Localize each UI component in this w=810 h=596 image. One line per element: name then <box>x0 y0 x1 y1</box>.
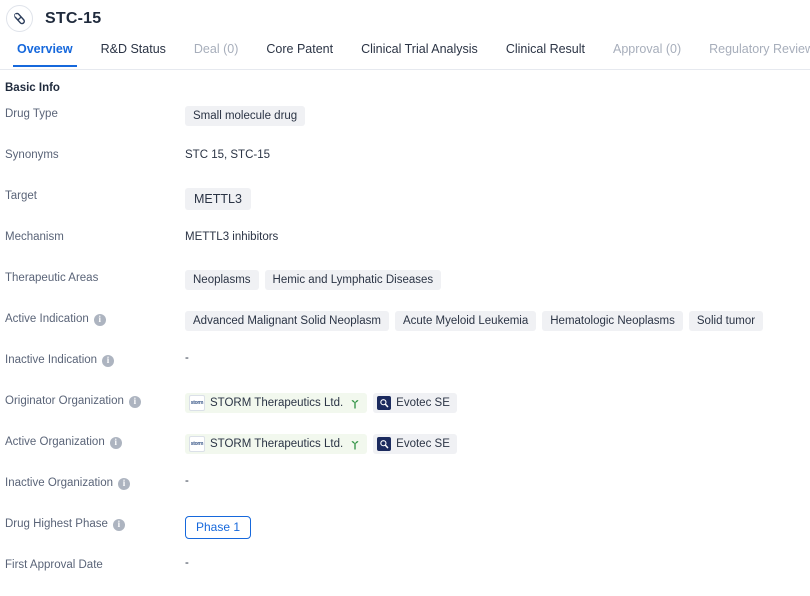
field-row-inactive-organization: Inactive Organization i - <box>0 473 810 514</box>
field-label-active-organization: Active Organization i <box>0 432 185 450</box>
field-label-drug-highest-phase: Drug Highest Phase i <box>0 514 185 532</box>
chip-drug-type[interactable]: Small molecule drug <box>185 106 306 126</box>
info-icon[interactable]: i <box>118 477 131 490</box>
field-label-inactive-indication: Inactive Indication i <box>0 350 185 368</box>
empty-value: - <box>185 557 189 569</box>
chip-indication[interactable]: Solid tumor <box>688 311 764 331</box>
chip-indication[interactable]: Acute Myeloid Leukemia <box>394 311 537 331</box>
field-value-mechanism: METTL3 inhibitors <box>185 227 810 246</box>
field-label-text: Drug Type <box>5 108 58 120</box>
field-row-therapeutic-areas: Therapeutic Areas Neoplasms Hemic and Ly… <box>0 268 810 309</box>
org-chip-storm[interactable]: storm STORM Therapeutics Ltd. <box>185 434 368 454</box>
mechanism-text: METTL3 inhibitors <box>185 231 279 243</box>
info-icon[interactable]: i <box>102 354 115 367</box>
empty-value: - <box>185 475 189 487</box>
field-row-drug-highest-phase: Drug Highest Phase i Phase 1 <box>0 514 810 555</box>
tab-deal[interactable]: Deal (0) <box>180 37 252 67</box>
field-value-target: METTL3 <box>185 186 810 210</box>
sprout-icon <box>350 439 360 450</box>
field-value-originator-organization: storm STORM Therapeutics Ltd. Evotec SE <box>185 391 810 413</box>
field-value-inactive-organization: - <box>185 473 810 487</box>
overview-panel: Basic Info Drug Type Small molecule drug… <box>0 70 810 596</box>
org-name: Evotec SE <box>396 438 450 450</box>
tab-clinical-result[interactable]: Clinical Result <box>492 37 599 67</box>
info-icon[interactable]: i <box>112 518 125 531</box>
org-name: STORM Therapeutics Ltd. <box>210 438 344 450</box>
field-label-mechanism: Mechanism <box>0 227 185 245</box>
field-label-inactive-organization: Inactive Organization i <box>0 473 185 491</box>
org-name: STORM Therapeutics Ltd. <box>210 397 344 409</box>
tab-rd-status[interactable]: R&D Status <box>87 37 180 67</box>
info-icon[interactable]: i <box>128 395 141 408</box>
field-row-synonyms: Synonyms STC 15, STC-15 <box>0 145 810 186</box>
chip-therapeutic-area[interactable]: Hemic and Lymphatic Diseases <box>264 270 442 290</box>
field-value-active-indication: Advanced Malignant Solid Neoplasm Acute … <box>185 309 810 331</box>
field-row-first-approval-date: First Approval Date - <box>0 555 810 596</box>
info-icon[interactable]: i <box>93 313 106 326</box>
section-title-basic-info: Basic Info <box>5 82 60 94</box>
field-label-text: Therapeutic Areas <box>5 272 99 284</box>
field-value-inactive-indication: - <box>185 350 810 364</box>
field-label-text: Drug Highest Phase <box>5 518 108 530</box>
org-chip-evotec[interactable]: Evotec SE <box>373 434 457 454</box>
chip-therapeutic-area[interactable]: Neoplasms <box>185 270 259 290</box>
field-value-active-organization: storm STORM Therapeutics Ltd. Evotec SE <box>185 432 810 454</box>
field-label-drug-type: Drug Type <box>0 104 185 122</box>
org-chip-storm[interactable]: storm STORM Therapeutics Ltd. <box>185 393 368 413</box>
status-badge-phase[interactable]: Phase 1 <box>185 516 252 539</box>
field-label-text: Active Indication <box>5 313 89 325</box>
field-row-active-organization: Active Organization i storm STORM Therap… <box>0 432 810 473</box>
field-label-active-indication: Active Indication i <box>0 309 185 327</box>
page-title: STC-15 <box>45 9 102 27</box>
chip-indication[interactable]: Advanced Malignant Solid Neoplasm <box>185 311 389 331</box>
tab-bar: Overview R&D Status Deal (0) Core Patent… <box>0 37 810 70</box>
field-label-text: Inactive Indication <box>5 354 98 366</box>
info-icon[interactable]: i <box>109 436 122 449</box>
tab-core-patent[interactable]: Core Patent <box>252 37 347 67</box>
field-value-drug-highest-phase: Phase 1 <box>185 514 810 539</box>
field-label-target: Target <box>0 186 185 204</box>
field-value-first-approval-date: - <box>185 555 810 569</box>
field-label-text: Target <box>5 190 37 202</box>
org-name: Evotec SE <box>396 397 450 409</box>
field-row-mechanism: Mechanism METTL3 inhibitors <box>0 227 810 268</box>
field-row-drug-type: Drug Type Small molecule drug <box>0 104 810 145</box>
tab-overview[interactable]: Overview <box>3 37 87 67</box>
evotec-logo-icon <box>377 396 392 410</box>
storm-logo-icon: storm <box>189 436 205 452</box>
field-row-active-indication: Active Indication i Advanced Malignant S… <box>0 309 810 350</box>
tab-regulatory-review[interactable]: Regulatory Review (0) <box>695 37 810 67</box>
tab-approval[interactable]: Approval (0) <box>599 37 695 67</box>
field-row-inactive-indication: Inactive Indication i - <box>0 350 810 391</box>
storm-logo-icon: storm <box>189 395 205 411</box>
field-label-therapeutic-areas: Therapeutic Areas <box>0 268 185 286</box>
field-value-drug-type: Small molecule drug <box>185 104 810 126</box>
empty-value: - <box>185 352 189 364</box>
field-label-text: Inactive Organization <box>5 477 114 489</box>
field-label-text: Active Organization <box>5 436 105 448</box>
synonyms-text: STC 15, STC-15 <box>185 149 270 161</box>
field-label-first-approval-date: First Approval Date <box>0 555 185 573</box>
field-row-originator-organization: Originator Organization i storm STORM Th… <box>0 391 810 432</box>
field-value-therapeutic-areas: Neoplasms Hemic and Lymphatic Diseases <box>185 268 810 290</box>
field-label-text: Mechanism <box>5 231 64 243</box>
org-chip-evotec[interactable]: Evotec SE <box>373 393 457 413</box>
field-label-text: Originator Organization <box>5 395 124 407</box>
field-label-synonyms: Synonyms <box>0 145 185 163</box>
chip-indication[interactable]: Hematologic Neoplasms <box>542 311 683 331</box>
sprout-icon <box>350 398 360 409</box>
field-label-text: First Approval Date <box>5 559 103 571</box>
tab-clinical-trial-analysis[interactable]: Clinical Trial Analysis <box>347 37 492 67</box>
field-row-target: Target METTL3 <box>0 186 810 227</box>
drug-header: STC-15 <box>0 0 810 37</box>
field-value-synonyms: STC 15, STC-15 <box>185 145 810 164</box>
evotec-logo-icon <box>377 437 392 451</box>
chip-target[interactable]: METTL3 <box>185 188 251 210</box>
field-label-text: Synonyms <box>5 149 59 161</box>
field-label-originator-organization: Originator Organization i <box>0 391 185 409</box>
pill-capsule-icon <box>6 5 33 32</box>
